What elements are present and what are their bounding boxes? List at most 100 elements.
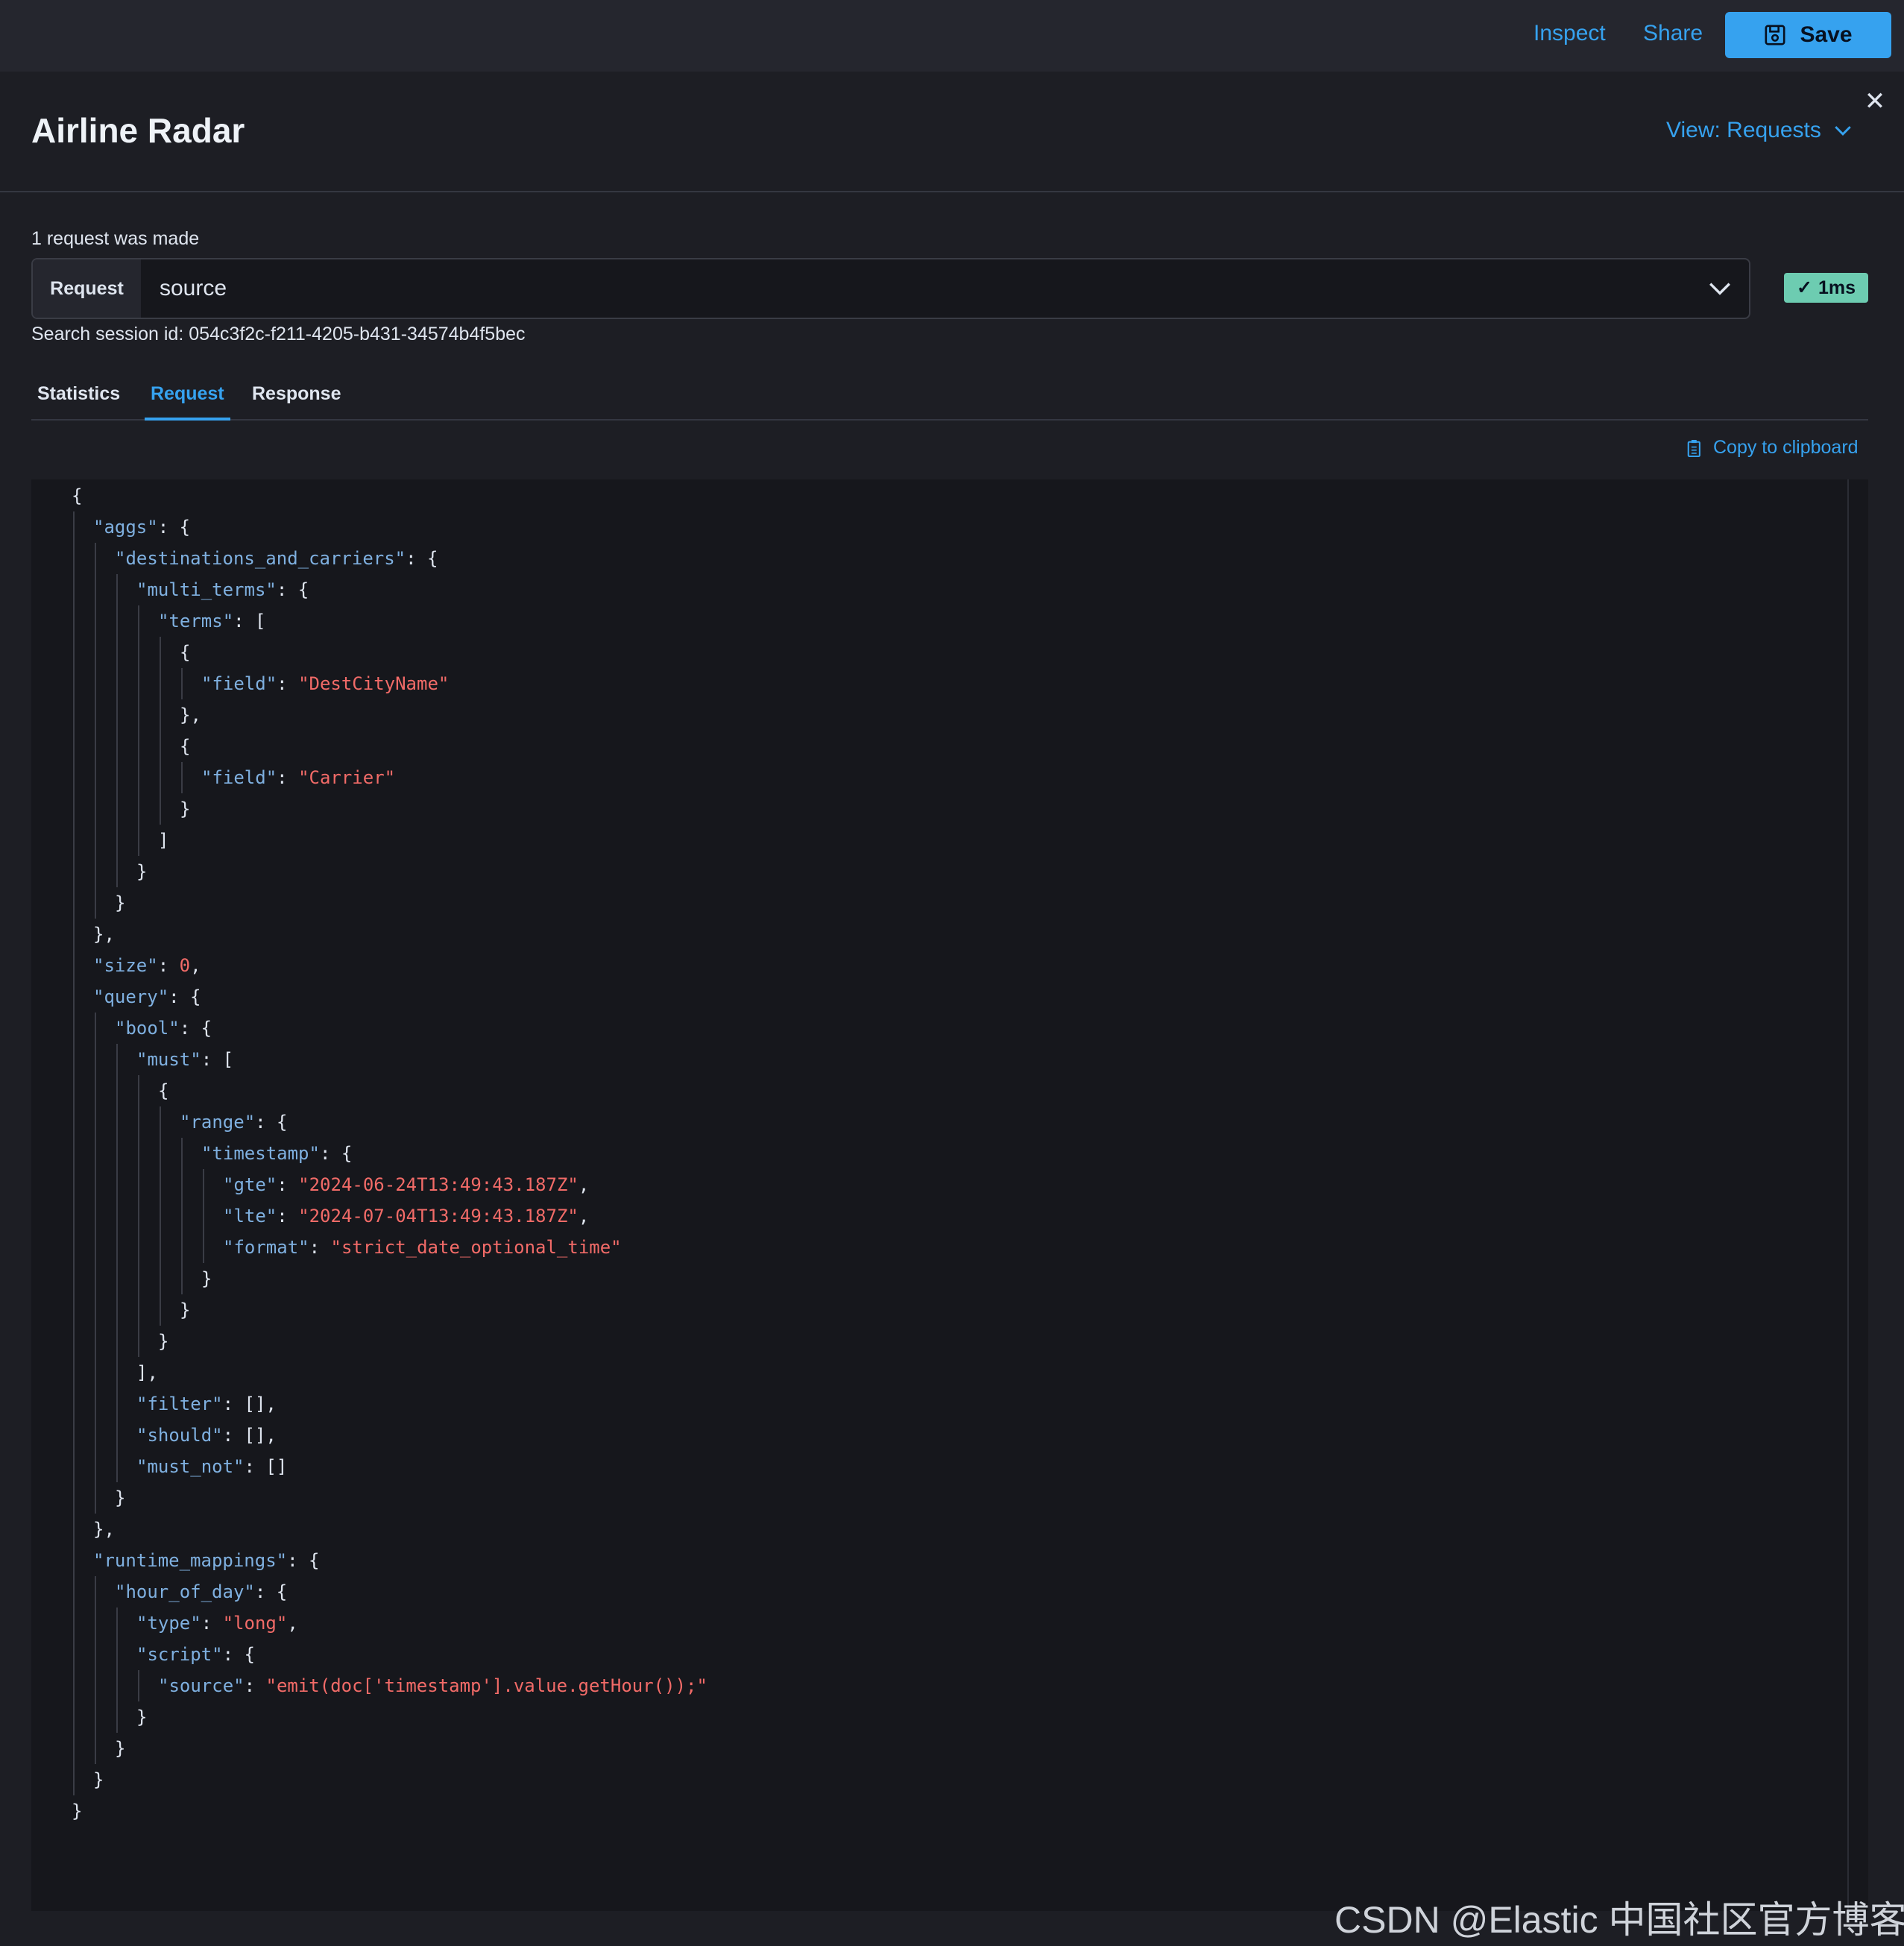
indent-guide bbox=[116, 699, 118, 731]
indent-guide bbox=[95, 1733, 96, 1764]
share-link[interactable]: Share bbox=[1643, 21, 1703, 46]
indent-guide bbox=[160, 668, 161, 699]
indent-guide bbox=[73, 605, 75, 637]
indent-guide bbox=[73, 825, 75, 856]
indent-guide bbox=[73, 731, 75, 762]
indent-guide bbox=[116, 1357, 118, 1388]
code-block-scrollbar[interactable] bbox=[1847, 479, 1849, 1911]
indent-guide bbox=[73, 543, 75, 574]
request-select[interactable]: Request source bbox=[31, 258, 1750, 319]
indent-guide bbox=[73, 637, 75, 668]
indent-guide bbox=[95, 1670, 96, 1701]
code-line: }, bbox=[93, 924, 115, 945]
code-line: "script": { bbox=[136, 1644, 255, 1665]
indent-guide bbox=[116, 793, 118, 825]
indent-guide bbox=[95, 1044, 96, 1075]
code-line: "multi_terms": { bbox=[136, 579, 309, 600]
indent-guide bbox=[95, 668, 96, 699]
indent-guide bbox=[73, 1044, 75, 1075]
indent-guide bbox=[73, 1670, 75, 1701]
indent-guide bbox=[138, 699, 139, 731]
tab-response[interactable]: Response bbox=[246, 383, 347, 418]
indent-guide bbox=[73, 1576, 75, 1608]
indent-guide bbox=[160, 637, 161, 668]
indent-guide bbox=[116, 605, 118, 637]
indent-guide bbox=[95, 1420, 96, 1451]
indent-guide bbox=[160, 699, 161, 731]
code-line: { bbox=[72, 485, 83, 506]
code-line: "format": "strict_date_optional_time" bbox=[223, 1237, 622, 1258]
chevron-down-icon bbox=[1835, 126, 1851, 136]
indent-guide bbox=[138, 1670, 139, 1701]
copy-clipboard-icon bbox=[1687, 439, 1700, 457]
indent-guide bbox=[160, 1106, 161, 1138]
top-bar: Inspect Share Save bbox=[0, 0, 1904, 72]
save-icon bbox=[1765, 25, 1785, 45]
indent-guide bbox=[138, 1263, 139, 1294]
indent-guide bbox=[138, 1294, 139, 1326]
session-id-text: Search session id: 054c3f2c-f211-4205-b4… bbox=[31, 324, 526, 344]
indent-guide bbox=[116, 762, 118, 793]
indent-guide bbox=[95, 1388, 96, 1420]
indent-guide bbox=[73, 1357, 75, 1388]
request-count-text: 1 request was made bbox=[31, 228, 200, 249]
indent-guide bbox=[181, 1232, 183, 1263]
chevron-down-icon[interactable] bbox=[1707, 276, 1733, 301]
code-line: }, bbox=[180, 705, 201, 725]
indent-guide bbox=[138, 1106, 139, 1138]
indent-guide bbox=[116, 1106, 118, 1138]
tab-statistics[interactable]: Statistics bbox=[31, 383, 126, 418]
indent-guide bbox=[160, 731, 161, 762]
tab-request[interactable]: Request bbox=[145, 383, 230, 421]
indent-guide bbox=[160, 1263, 161, 1294]
indent-guide bbox=[95, 793, 96, 825]
indent-guide bbox=[73, 1420, 75, 1451]
header-divider bbox=[0, 191, 1904, 192]
indent-guide bbox=[95, 1451, 96, 1482]
request-select-prepend: Request bbox=[33, 259, 141, 318]
indent-guide bbox=[138, 793, 139, 825]
code-line: ] bbox=[158, 830, 169, 851]
indent-guide bbox=[116, 1670, 118, 1701]
code-line: { bbox=[180, 642, 191, 663]
indent-guide bbox=[95, 1169, 96, 1200]
indent-guide bbox=[73, 574, 75, 605]
indent-guide bbox=[95, 1639, 96, 1670]
inspect-link[interactable]: Inspect bbox=[1533, 21, 1606, 46]
indent-guide bbox=[95, 856, 96, 887]
indent-guide bbox=[116, 1232, 118, 1263]
indent-guide bbox=[73, 762, 75, 793]
copy-to-clipboard-button[interactable]: Copy to clipboard bbox=[1686, 437, 1859, 459]
indent-guide bbox=[73, 1733, 75, 1764]
indent-guide bbox=[203, 1232, 204, 1263]
code-line: { bbox=[180, 736, 191, 757]
save-button[interactable]: Save bbox=[1725, 12, 1891, 58]
code-line: "bool": { bbox=[115, 1018, 212, 1039]
indent-guide bbox=[95, 1576, 96, 1608]
code-line: } bbox=[158, 1331, 169, 1352]
indent-guide bbox=[116, 668, 118, 699]
indent-guide bbox=[73, 1106, 75, 1138]
indent-guide bbox=[116, 731, 118, 762]
indent-guide bbox=[203, 1169, 204, 1200]
indent-guide bbox=[73, 981, 75, 1013]
indent-guide bbox=[116, 574, 118, 605]
indent-guide bbox=[95, 1263, 96, 1294]
indent-guide bbox=[138, 762, 139, 793]
save-button-label: Save bbox=[1800, 22, 1853, 47]
code-line: "type": "long", bbox=[136, 1613, 298, 1634]
code-line: } bbox=[115, 892, 126, 913]
code-line: } bbox=[115, 1487, 126, 1508]
indent-guide bbox=[73, 1232, 75, 1263]
view-menu-button[interactable]: View: Requests bbox=[1666, 118, 1853, 143]
code-line: } bbox=[180, 799, 191, 819]
indent-guide bbox=[73, 1013, 75, 1044]
code-line: }, bbox=[93, 1519, 115, 1540]
close-icon[interactable]: ✕ bbox=[1864, 88, 1886, 115]
tabs: Statistics Request Response bbox=[31, 373, 1868, 421]
indent-guide bbox=[116, 1326, 118, 1357]
indent-guide bbox=[73, 1388, 75, 1420]
indent-guide bbox=[160, 793, 161, 825]
code-line: } bbox=[93, 1769, 104, 1790]
indent-guide bbox=[160, 1200, 161, 1232]
